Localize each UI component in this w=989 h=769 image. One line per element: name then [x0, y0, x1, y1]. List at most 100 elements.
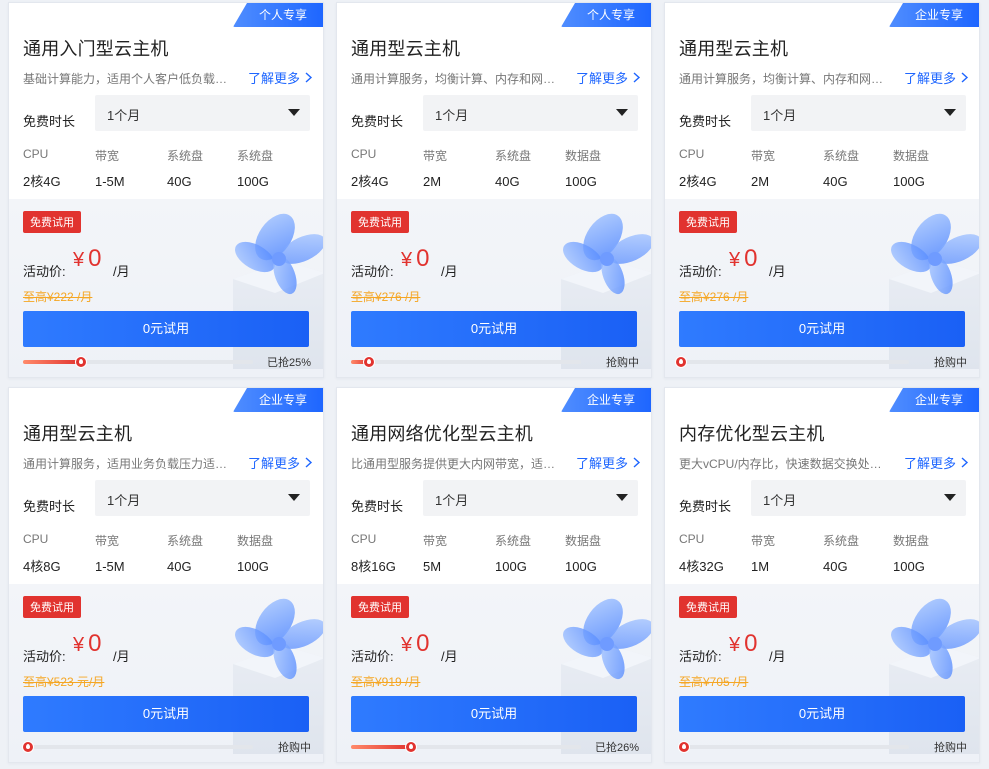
free-trial-button[interactable]: 0元试用	[679, 311, 965, 347]
spec-item: 系统盘 40G	[167, 147, 203, 189]
spec-value: 100G	[237, 174, 269, 189]
spec-label: 系统盘	[167, 534, 204, 548]
promo-panel: 免费试用 活动价: ¥0 /月 至高¥222 /月 0元试用 已抢25%	[9, 199, 323, 377]
price-unit: /月	[113, 649, 130, 664]
spec-value: 100G	[893, 174, 925, 189]
free-trial-button[interactable]: 0元试用	[351, 696, 637, 732]
product-card: 企业专享 通用网络优化型云主机 比通用型服务提供更大内网带宽，适合高网络包收发场…	[336, 387, 652, 763]
product-title: 通用网络优化型云主机	[351, 424, 533, 444]
spec-value: 40G	[167, 174, 192, 189]
duration-select[interactable]: 1个月	[751, 480, 966, 516]
learn-more-link[interactable]: 了解更多	[904, 453, 969, 472]
flame-icon	[74, 356, 87, 368]
spec-label: 带宽	[423, 534, 448, 548]
price-unit: /月	[441, 649, 458, 664]
price-value: ¥0	[729, 630, 757, 658]
price-amount: 0	[416, 245, 430, 272]
spec-value: 2M	[751, 174, 770, 189]
free-trial-button[interactable]: 0元试用	[23, 696, 309, 732]
description-row: 更大vCPU/内存比，快速数据交换处理能力 了解更多	[679, 453, 969, 473]
price-amount: 0	[416, 630, 430, 657]
product-card: 企业专享 通用型云主机 通用计算服务，均衡计算、内存和网络资源 了解更多 免费时…	[664, 2, 980, 378]
learn-more-link[interactable]: 了解更多	[576, 68, 641, 87]
duration-select[interactable]: 1个月	[423, 95, 638, 131]
spec-label: 带宽	[423, 149, 448, 163]
spec-label: CPU	[679, 532, 705, 546]
free-trial-badge: 免费试用	[679, 211, 737, 233]
spec-item: 数据盘 100G	[237, 532, 273, 574]
spec-value: 100G	[565, 174, 597, 189]
price-unit: /月	[441, 264, 458, 279]
spec-item: 带宽 1-5M	[95, 532, 125, 574]
free-trial-button[interactable]: 0元试用	[679, 696, 965, 732]
learn-more-link[interactable]: 了解更多	[248, 68, 313, 87]
price-amount: 0	[744, 245, 758, 272]
spec-label: 系统盘	[237, 149, 274, 163]
duration-select[interactable]: 1个月	[95, 95, 310, 131]
learn-more-link[interactable]: 了解更多	[576, 453, 641, 472]
spec-value: 40G	[495, 174, 520, 189]
currency-symbol: ¥	[401, 634, 413, 656]
spec-label: 数据盘	[237, 534, 274, 548]
audience-tag: 企业专享	[233, 388, 323, 412]
spec-value: 100G	[565, 559, 597, 574]
learn-more-label: 了解更多	[247, 456, 300, 471]
spec-value: 2核4G	[23, 174, 61, 189]
price-amount: 0	[88, 630, 102, 657]
spec-item: CPU 2核4G	[351, 147, 389, 190]
free-trial-button[interactable]: 0元试用	[351, 311, 637, 347]
caret-down-icon	[944, 494, 956, 501]
price-amount: 0	[744, 630, 758, 657]
spec-value: 100G	[237, 559, 269, 574]
spec-label: 系统盘	[167, 149, 204, 163]
duration-label: 免费时长	[351, 499, 404, 514]
duration-value: 1个月	[107, 493, 141, 508]
product-card: 个人专享 通用型云主机 通用计算服务，均衡计算、内存和网络资源 了解更多 免费时…	[336, 2, 652, 378]
spec-value: 1-5M	[95, 174, 125, 189]
spec-value: 5M	[423, 559, 442, 574]
currency-symbol: ¥	[729, 249, 741, 271]
duration-select[interactable]: 1个月	[423, 480, 638, 516]
audience-tag: 个人专享	[561, 3, 651, 27]
duration-label: 免费时长	[23, 499, 76, 514]
spec-label: CPU	[23, 147, 49, 161]
promo-panel: 免费试用 活动价: ¥0 /月 至高¥705 /月 0元试用 抢购中	[665, 584, 979, 762]
duration-value: 1个月	[435, 108, 469, 123]
price-unit: /月	[769, 264, 786, 279]
price-value: ¥0	[73, 630, 101, 658]
price-label: 活动价:	[351, 264, 394, 279]
spec-item: CPU 8核16G	[351, 532, 396, 575]
spec-value: 2M	[423, 174, 442, 189]
caret-down-icon	[616, 494, 628, 501]
spec-value: 1M	[751, 559, 770, 574]
original-price: 至高¥276 /月	[679, 290, 749, 304]
product-card: 企业专享 通用型云主机 通用计算服务，适用业务负载压力适中的场景 了解更多 免费…	[8, 387, 324, 763]
spec-value: 100G	[893, 559, 925, 574]
spec-label: 数据盘	[565, 534, 602, 548]
duration-label: 免费时长	[679, 499, 732, 514]
spec-item: 数据盘 100G	[565, 532, 601, 574]
product-grid: 个人专享 通用入门型云主机 基础计算能力，适用个人客户低负载应用场景 了解更多 …	[0, 0, 989, 769]
price-value: ¥0	[401, 245, 429, 273]
caret-down-icon	[616, 109, 628, 116]
flame-icon	[21, 741, 34, 753]
free-trial-button[interactable]: 0元试用	[23, 311, 309, 347]
audience-tag: 企业专享	[889, 388, 979, 412]
description-row: 通用计算服务，均衡计算、内存和网络资源 了解更多	[679, 68, 969, 88]
spec-label: CPU	[351, 532, 377, 546]
spec-item: CPU 2核4G	[23, 147, 61, 190]
learn-more-link[interactable]: 了解更多	[248, 453, 313, 472]
spec-value: 4核32G	[679, 559, 724, 574]
product-title: 内存优化型云主机	[679, 424, 825, 444]
duration-select[interactable]: 1个月	[751, 95, 966, 131]
duration-value: 1个月	[107, 108, 141, 123]
original-price: 至高¥276 /月	[351, 290, 421, 304]
learn-more-link[interactable]: 了解更多	[904, 68, 969, 87]
chevron-right-icon	[961, 457, 969, 468]
price-value: ¥0	[73, 245, 101, 273]
progress-bar	[351, 741, 581, 753]
spec-item: CPU 4核32G	[679, 532, 724, 575]
progress-fill	[23, 360, 81, 364]
spec-item: 带宽 1M	[751, 532, 775, 574]
duration-select[interactable]: 1个月	[95, 480, 310, 516]
